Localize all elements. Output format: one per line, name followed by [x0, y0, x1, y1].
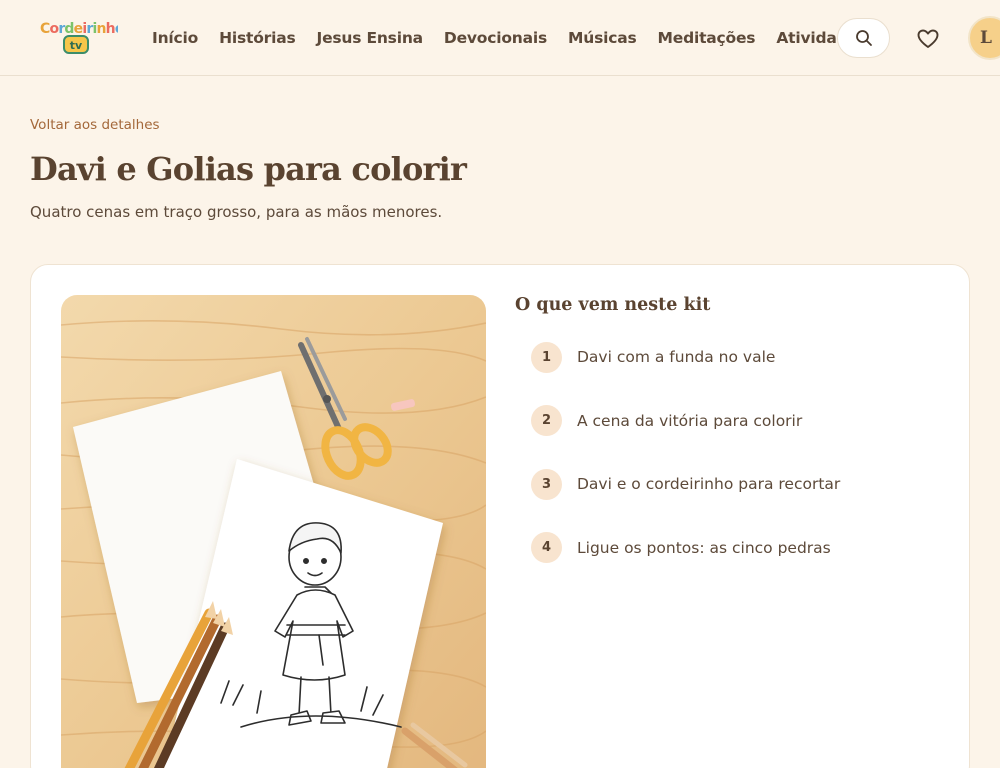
item-number-badge: 1 — [531, 341, 562, 373]
nav-item-musicas[interactable]: Músicas — [568, 29, 637, 47]
kit-card: O que vem neste kit 1 Davi com a funda n… — [30, 264, 970, 768]
list-item: 4 Ligue os pontos: as cinco pedras — [531, 532, 951, 564]
back-to-details-link[interactable]: Voltar aos detalhes — [30, 117, 160, 133]
list-item: 1 Davi com a funda no vale — [531, 341, 951, 373]
list-item: 3 Davi e o cordeirinho para recortar — [531, 468, 951, 500]
nav-item-historias[interactable]: Histórias — [219, 29, 296, 47]
svg-text:Cordeirinho: Cordeirinho — [40, 21, 118, 37]
item-number-badge: 4 — [531, 532, 562, 563]
cordeirinho-tv-logo[interactable]: Cordeirinho tv — [38, 16, 126, 56]
nav-item-inicio[interactable]: Início — [152, 29, 198, 47]
main-nav: Início Histórias Jesus Ensina Devocionai… — [152, 0, 888, 76]
item-label: A cena da vitória para colorir — [577, 411, 803, 430]
svg-text:tv: tv — [70, 39, 83, 52]
nav-item-devocionais[interactable]: Devocionais — [444, 29, 547, 47]
user-avatar[interactable]: L — [968, 16, 1000, 60]
favorites-button[interactable] — [912, 24, 944, 54]
heart-icon — [917, 29, 939, 48]
item-label: Davi e o cordeirinho para recortar — [577, 475, 841, 493]
page-subtitle: Quatro cenas em traço grosso, para as mã… — [30, 203, 443, 221]
search-button[interactable] — [837, 18, 890, 58]
kit-title: O que vem neste kit — [515, 295, 711, 315]
item-number-badge: 2 — [531, 405, 562, 436]
search-icon — [855, 30, 872, 46]
nav-item-jesus-ensina[interactable]: Jesus Ensina — [317, 29, 424, 47]
nav-item-meditacoes[interactable]: Meditações — [658, 29, 756, 47]
page-title: Davi e Golias para colorir — [30, 150, 467, 188]
item-label: Davi com a funda no vale — [577, 348, 776, 366]
kit-list: 1 Davi com a funda no vale 2 A cena da v… — [531, 341, 951, 595]
coloring-kit-photo — [61, 295, 486, 768]
site-header: Cordeirinho tv Início Histórias Jesus En… — [0, 0, 1000, 76]
item-label: Ligue os pontos: as cinco pedras — [577, 538, 831, 557]
item-number-badge: 3 — [531, 468, 562, 500]
list-item: 2 A cena da vitória para colorir — [531, 405, 951, 437]
